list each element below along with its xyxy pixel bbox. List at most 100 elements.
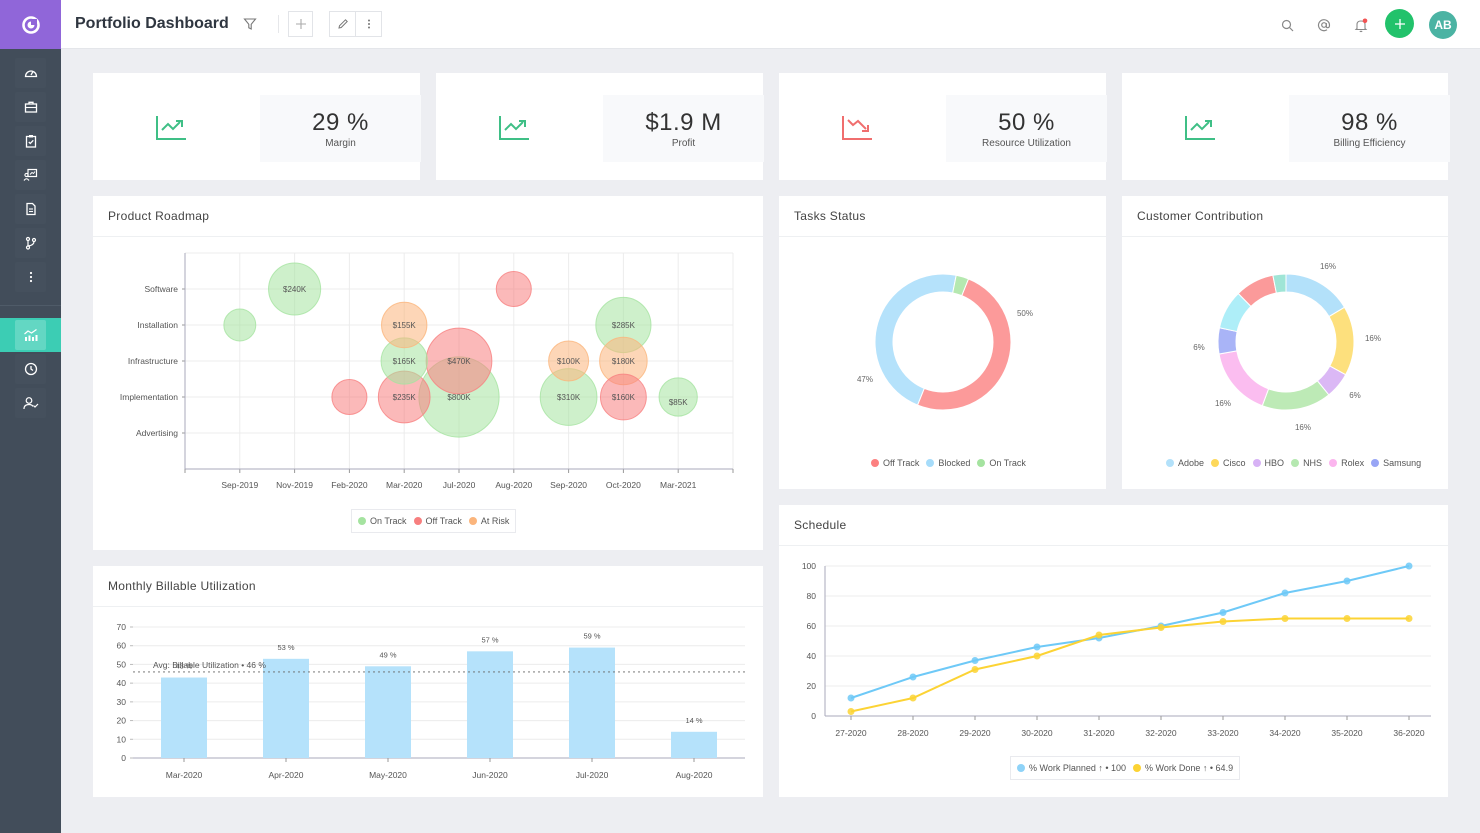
x-tick-label: Jul-2020 xyxy=(576,770,609,780)
legend-item-off-track[interactable]: Off Track xyxy=(871,458,919,468)
toolbar-divider xyxy=(278,15,279,33)
bar xyxy=(671,731,717,758)
legend-item-on-track[interactable]: On Track xyxy=(977,458,1026,468)
donut-slice xyxy=(1285,273,1346,318)
legend-label: NHS xyxy=(1303,458,1323,468)
legend-item-rolex[interactable]: Rolex xyxy=(1329,458,1364,468)
add-widget-button[interactable] xyxy=(288,11,313,37)
legend-dot xyxy=(977,459,986,467)
x-tick-label: 32-2020 xyxy=(1145,728,1176,738)
data-point xyxy=(971,666,979,673)
y-tick-label: 0 xyxy=(811,711,816,721)
data-point xyxy=(1281,589,1289,597)
bar xyxy=(263,658,309,758)
app-logo[interactable] xyxy=(0,0,61,49)
clock-icon xyxy=(24,362,37,376)
legend-item-at-risk[interactable]: At Risk xyxy=(468,516,509,526)
y-tick-label: 40 xyxy=(807,651,817,661)
filter-button[interactable] xyxy=(238,12,262,36)
bell-icon xyxy=(1354,18,1368,32)
at-icon xyxy=(1317,19,1331,32)
nav-analytics[interactable] xyxy=(15,320,46,350)
bubble xyxy=(495,270,532,308)
mentions-button[interactable] xyxy=(1312,13,1336,37)
quick-add-button[interactable] xyxy=(1385,9,1414,38)
legend-dot xyxy=(1252,459,1261,467)
legend-label: Off Track xyxy=(883,458,920,468)
bubble-label: $180K xyxy=(612,357,636,366)
y-tick-label: 0 xyxy=(121,753,126,763)
notifications-button[interactable] xyxy=(1349,13,1373,37)
nav-timesheets[interactable] xyxy=(15,354,46,384)
legend-item-work-done[interactable]: % Work Done ↑ • 64.9 xyxy=(1133,763,1233,773)
data-point xyxy=(1405,562,1413,570)
legend-item-off-track[interactable]: Off Track xyxy=(413,516,462,526)
legend-item-hbo[interactable]: HBO xyxy=(1252,458,1284,468)
y-tick-label: 60 xyxy=(807,621,817,631)
y-tick-label: Advertising xyxy=(136,428,178,438)
legend-item-adobe[interactable]: Adobe xyxy=(1166,458,1204,468)
legend-label: Rolex xyxy=(1341,458,1365,468)
y-tick-label: Infrastructure xyxy=(128,356,178,366)
nav-presentations[interactable] xyxy=(15,160,46,190)
presentation-icon xyxy=(23,168,38,181)
nav-more[interactable] xyxy=(15,262,46,292)
edit-button[interactable] xyxy=(329,11,356,37)
nav-users[interactable] xyxy=(15,388,46,418)
bubble xyxy=(223,308,257,342)
clipboard-check-icon xyxy=(25,135,36,148)
bubble-label: $155K xyxy=(393,321,417,330)
kpi-label: Margin xyxy=(325,138,356,149)
nav-tasks[interactable] xyxy=(15,126,46,156)
legend-dot xyxy=(468,517,477,525)
plus-icon xyxy=(295,19,306,29)
kpi-value: 98 % xyxy=(1341,109,1398,136)
x-tick-label: 36-2020 xyxy=(1393,728,1424,738)
legend-label: Samsung xyxy=(1383,458,1422,468)
legend-item-blocked[interactable]: Blocked xyxy=(926,458,970,468)
data-point xyxy=(1095,631,1103,639)
legend-item-on-track[interactable]: On Track xyxy=(358,516,407,526)
user-avatar[interactable]: AB xyxy=(1429,11,1457,39)
nav-dashboard[interactable] xyxy=(15,58,46,88)
legend-dot xyxy=(1329,459,1338,467)
nav-projects[interactable] xyxy=(15,92,46,122)
y-tick-label: 20 xyxy=(117,716,127,726)
y-tick-label: 10 xyxy=(117,734,127,744)
billable-bar-chart: 01020304050607043 %Mar-202053 %Apr-20204… xyxy=(117,622,745,780)
x-tick-label: Oct-2020 xyxy=(606,480,641,490)
legend-item-cisco[interactable]: Cisco xyxy=(1211,458,1246,468)
search-button[interactable] xyxy=(1275,13,1299,37)
data-point xyxy=(909,673,917,681)
kpi-card-resource-utilization: 50 % Resource Utilization xyxy=(779,73,1107,180)
data-point xyxy=(1219,609,1227,616)
more-vertical-icon xyxy=(367,19,370,29)
bar xyxy=(365,666,411,758)
nav-branches[interactable] xyxy=(15,228,46,258)
x-tick-label: Mar-2021 xyxy=(660,480,697,490)
schedule-legend: % Work Planned ↑ • 100 % Work Done ↑ • 6… xyxy=(1010,756,1241,780)
kpi-card-margin: 29 % Margin xyxy=(93,73,421,180)
x-tick-label: 33-2020 xyxy=(1207,728,1238,738)
donut-slice xyxy=(1328,306,1355,376)
legend-item-samsung[interactable]: Samsung xyxy=(1371,458,1421,468)
x-tick-label: 28-2020 xyxy=(897,728,928,738)
user-check-icon xyxy=(22,397,38,410)
nav-documents[interactable] xyxy=(15,194,46,224)
x-tick-label: 34-2020 xyxy=(1269,728,1300,738)
legend-label: % Work Done ↑ • 64.9 xyxy=(1145,763,1234,773)
y-tick-label: 50 xyxy=(117,659,127,669)
legend-item-nhs[interactable]: NHS xyxy=(1291,458,1322,468)
data-point xyxy=(847,694,855,702)
x-tick-label: Aug-2020 xyxy=(495,480,532,490)
logo-icon xyxy=(21,15,40,34)
legend-dot xyxy=(358,517,366,525)
legend-label: % Work Planned ↑ • 100 xyxy=(1029,763,1127,773)
data-point xyxy=(1281,615,1289,622)
slice-label: 47% xyxy=(857,375,873,384)
legend-dot xyxy=(1133,764,1142,772)
bar-value-label: 14 % xyxy=(685,716,702,725)
legend-item-work-planned[interactable]: % Work Planned ↑ • 100 xyxy=(1017,763,1126,773)
more-options-button[interactable] xyxy=(355,11,382,37)
trend-down-icon xyxy=(842,116,872,140)
